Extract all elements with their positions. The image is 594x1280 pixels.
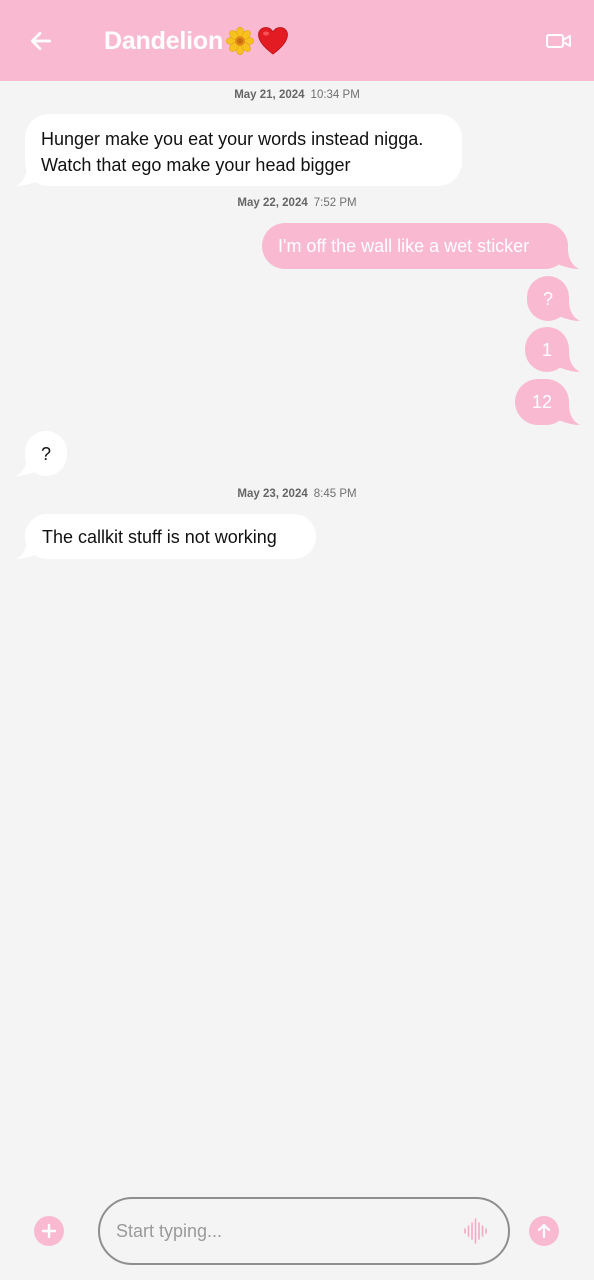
chat-header: Dandelion <box>0 0 594 81</box>
timestamp-time: 7:52 PM <box>313 197 357 209</box>
send-button[interactable] <box>529 1216 559 1246</box>
outgoing-message-bubble[interactable]: 1 <box>525 327 580 372</box>
bubble-tail <box>553 248 579 269</box>
flower-emoji-icon <box>225 26 255 56</box>
message-text: The callkit stuff is not working <box>42 527 277 547</box>
contact-title[interactable]: Dandelion <box>104 24 289 58</box>
message-text: Hunger make you eat your words instead n… <box>41 129 424 175</box>
outgoing-message-bubble[interactable]: I'm off the wall like a wet sticker <box>262 223 579 269</box>
message-text: ? <box>40 444 51 464</box>
message-input-container <box>98 1197 510 1265</box>
plus-icon <box>41 1223 57 1239</box>
voice-message-button[interactable] <box>462 1217 490 1245</box>
add-attachment-button[interactable] <box>34 1216 64 1246</box>
message-text: ? <box>542 289 553 309</box>
timestamp-date: May 22, 2024 <box>237 197 308 209</box>
message-timestamp: May 21, 2024 10:34 PM <box>0 89 594 101</box>
timestamp-date: May 21, 2024 <box>234 89 305 101</box>
arrow-left-icon <box>30 32 52 50</box>
incoming-message-bubble[interactable]: Hunger make you eat your words instead n… <box>16 114 462 186</box>
message-timestamp: May 23, 2024 8:45 PM <box>0 488 594 500</box>
timestamp-date: May 23, 2024 <box>237 488 308 500</box>
bubble-tail <box>16 538 42 559</box>
message-input[interactable] <box>116 1213 446 1249</box>
voice-waveform-icon <box>464 1218 487 1244</box>
message-text: I'm off the wall like a wet sticker <box>278 236 530 256</box>
timestamp-time: 8:45 PM <box>313 488 357 500</box>
outgoing-message-bubble[interactable]: ? <box>527 276 580 321</box>
contact-name: Dandelion <box>104 26 224 55</box>
red-heart-emoji-icon <box>257 26 289 56</box>
message-text: 12 <box>531 392 553 412</box>
outgoing-message-bubble[interactable]: 12 <box>515 379 580 425</box>
arrow-up-icon <box>537 1223 551 1239</box>
back-button[interactable] <box>24 24 58 58</box>
incoming-message-bubble[interactable]: ? <box>16 431 67 476</box>
timestamp-time: 10:34 PM <box>310 89 360 101</box>
bubble-tail <box>16 165 42 186</box>
message-text: 1 <box>541 340 552 360</box>
video-call-icon <box>546 34 571 48</box>
video-call-button[interactable] <box>544 28 574 54</box>
message-timestamp: May 22, 2024 7:52 PM <box>0 197 594 209</box>
incoming-message-bubble[interactable]: The callkit stuff is not working <box>16 514 316 559</box>
